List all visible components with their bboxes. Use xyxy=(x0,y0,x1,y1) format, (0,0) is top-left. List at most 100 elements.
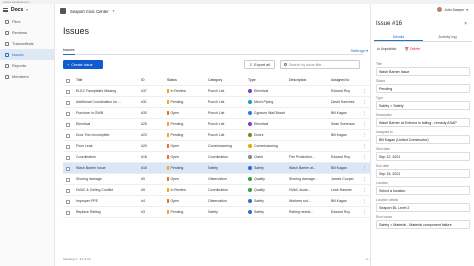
create-issue-label: Create Issue xyxy=(71,62,93,67)
row-menu-icon[interactable]: ⋮ xyxy=(363,86,369,97)
table-row[interactable]: Floor Leak #20 Open Commissioning Commission… xyxy=(63,141,370,152)
project-name[interactable]: Seaport Civic Center xyxy=(70,9,109,14)
row-checkbox[interactable] xyxy=(66,177,70,182)
issue-title[interactable]: Replace Railing xyxy=(76,207,138,218)
sidebar-item-reviews[interactable]: Reviews xyxy=(0,27,54,38)
row-menu-icon[interactable]: ⋮ xyxy=(363,185,369,196)
issues-icon xyxy=(5,52,9,57)
table-row[interactable]: Replace Railing #3 Pending Safety Safety Rail… xyxy=(63,207,370,218)
type-icon xyxy=(248,111,252,116)
column-header-category[interactable]: Category xyxy=(208,75,243,86)
issue-title[interactable]: HVAC & Ceiling Conflict xyxy=(76,185,138,196)
field-value[interactable]: Pending xyxy=(376,84,470,93)
menu-icon[interactable] xyxy=(3,7,8,12)
row-checkbox[interactable] xyxy=(66,111,70,116)
user-menu[interactable]: John Sawyer ▾ xyxy=(437,7,468,12)
issue-id: #20 xyxy=(141,144,147,148)
search-input[interactable]: Search by issue title... xyxy=(280,60,360,69)
tab-issues[interactable]: Issues xyxy=(63,47,75,55)
column-header-description[interactable]: Description xyxy=(289,75,325,86)
row-menu-icon[interactable]: ⋮ xyxy=(363,152,369,163)
tab-activity-log[interactable]: Activity log xyxy=(423,33,472,41)
table-row[interactable]: Improper PPE #4 Open Observation Safety Worke… xyxy=(63,196,370,207)
table-row[interactable]: ELEC Faceplates Missing #37 In Review Punch… xyxy=(63,86,370,97)
column-header-status[interactable]: Status xyxy=(167,75,202,86)
tab-details[interactable]: Details xyxy=(374,33,423,41)
issue-assignee: Sean Sorenson xyxy=(331,122,356,126)
table-row[interactable]: Shoring damage #9 Open Observation Quality Sh… xyxy=(63,174,370,185)
close-icon[interactable]: × xyxy=(464,21,467,27)
field-value[interactable]: Wash Barrier Issue xyxy=(376,67,470,76)
column-header-title[interactable]: Title xyxy=(76,75,136,86)
settings-link[interactable]: Settings ▾ xyxy=(350,48,368,53)
field-value[interactable]: Bill Kagan (United Constructor) xyxy=(376,135,470,144)
field-value[interactable]: Safety > Safety xyxy=(376,101,470,110)
issue-title[interactable]: Puncture in GWB xyxy=(76,108,138,119)
row-menu-icon[interactable]: ⋮ xyxy=(363,97,369,108)
chevron-down-icon[interactable]: ▾ xyxy=(26,8,28,12)
row-menu-icon[interactable]: ⋮ xyxy=(363,141,369,152)
row-menu-icon[interactable]: ⋮ xyxy=(363,119,369,130)
row-checkbox[interactable] xyxy=(66,100,70,105)
table-row[interactable]: Electrical #25 Pending Punch List Electrical… xyxy=(63,119,370,130)
column-header-id[interactable]: ID xyxy=(141,75,161,86)
field-value[interactable]: Sep 12, 2021 xyxy=(376,152,470,161)
delete-button[interactable]: 🗑 Delete xyxy=(405,47,421,51)
sidebar-item-reports[interactable]: Reports xyxy=(0,60,54,71)
row-checkbox[interactable] xyxy=(66,133,70,138)
row-checkbox[interactable] xyxy=(66,188,70,193)
create-issue-button[interactable]: + Create Issue xyxy=(63,60,103,69)
row-checkbox[interactable] xyxy=(66,199,70,204)
status-indicator xyxy=(167,111,169,116)
row-menu-icon[interactable]: ⋮ xyxy=(363,196,369,207)
table-row[interactable]: Coordination #18 Open Coordination Clash Fire… xyxy=(63,152,370,163)
row-checkbox[interactable] xyxy=(66,89,70,94)
issue-title[interactable]: Door Trim Incomplete xyxy=(76,130,138,141)
field-value[interactable]: Select a location xyxy=(376,186,470,195)
table-row[interactable]: Wash Barrier Issue #16 Pending Safety Safety… xyxy=(63,163,370,174)
sidebar-item-issues[interactable]: Issues xyxy=(0,49,54,60)
export-all-button[interactable]: ⇩ Export all xyxy=(244,60,275,69)
table-row[interactable]: Door Trim Incomplete #23 Pending Punch List… xyxy=(63,130,370,141)
row-checkbox[interactable] xyxy=(66,122,70,127)
table-row[interactable]: Puncture in GWB #30 Open Punch List Gypsum W… xyxy=(63,108,370,119)
row-menu-icon[interactable]: ⋮ xyxy=(363,163,369,174)
row-menu-icon[interactable]: ⋮ xyxy=(363,108,369,119)
row-checkbox[interactable] xyxy=(66,155,70,160)
field-value[interactable]: Seaport BL Level 2 xyxy=(376,203,470,212)
column-header-assigned[interactable]: Assigned to xyxy=(331,75,367,86)
row-checkbox[interactable] xyxy=(66,166,70,171)
issue-title[interactable]: Improper PPE xyxy=(76,196,138,207)
issue-type: Safety xyxy=(248,196,288,207)
issue-title[interactable]: Floor Leak xyxy=(76,141,138,152)
field-value[interactable]: Safety > Material - Material component f… xyxy=(376,220,470,229)
issue-title[interactable]: Additional Coordination for ... xyxy=(76,97,138,108)
issue-title[interactable]: Wash Barrier Issue xyxy=(76,163,138,174)
issue-title[interactable]: Coordination xyxy=(76,152,138,163)
issue-description: Workers not... xyxy=(289,199,311,203)
issue-title[interactable]: Shoring damage xyxy=(76,174,138,185)
sidebar-item-label: Files xyxy=(12,19,21,24)
unpublish-button[interactable]: ⊘ Unpublish xyxy=(377,47,397,51)
sidebar-item-files[interactable]: Files xyxy=(0,16,54,27)
issue-title[interactable]: Electrical xyxy=(76,119,138,130)
row-checkbox[interactable] xyxy=(66,144,70,149)
issue-id: #16 xyxy=(141,166,147,170)
row-menu-icon[interactable]: ⋮ xyxy=(363,174,369,185)
sidebar-item-transmittals[interactable]: Transmittals xyxy=(0,38,54,49)
column-header-type[interactable]: Type xyxy=(248,75,283,86)
issue-id: #4 xyxy=(141,199,145,203)
sidebar-item-members[interactable]: Members xyxy=(0,71,54,82)
issue-id: #18 xyxy=(141,155,147,159)
table-row[interactable]: HVAC & Ceiling Conflict #5 In Review Coordi… xyxy=(63,185,370,196)
status-indicator xyxy=(167,199,169,204)
select-all-checkbox[interactable] xyxy=(66,78,70,83)
row-menu-icon[interactable]: ⋮ xyxy=(363,130,369,141)
issue-title[interactable]: ELEC Faceplates Missing xyxy=(76,86,138,97)
field-value[interactable]: Wash Barrier at Exterior is failing - re… xyxy=(376,118,470,127)
row-checkbox[interactable] xyxy=(66,210,70,215)
field-value[interactable]: Sep 15, 2021 xyxy=(376,169,470,178)
table-row[interactable]: Additional Coordination for ... #31 Pendin… xyxy=(63,97,370,108)
row-menu-icon[interactable]: ⋮ xyxy=(363,207,369,218)
chevron-down-icon[interactable]: ▾ xyxy=(113,9,115,13)
